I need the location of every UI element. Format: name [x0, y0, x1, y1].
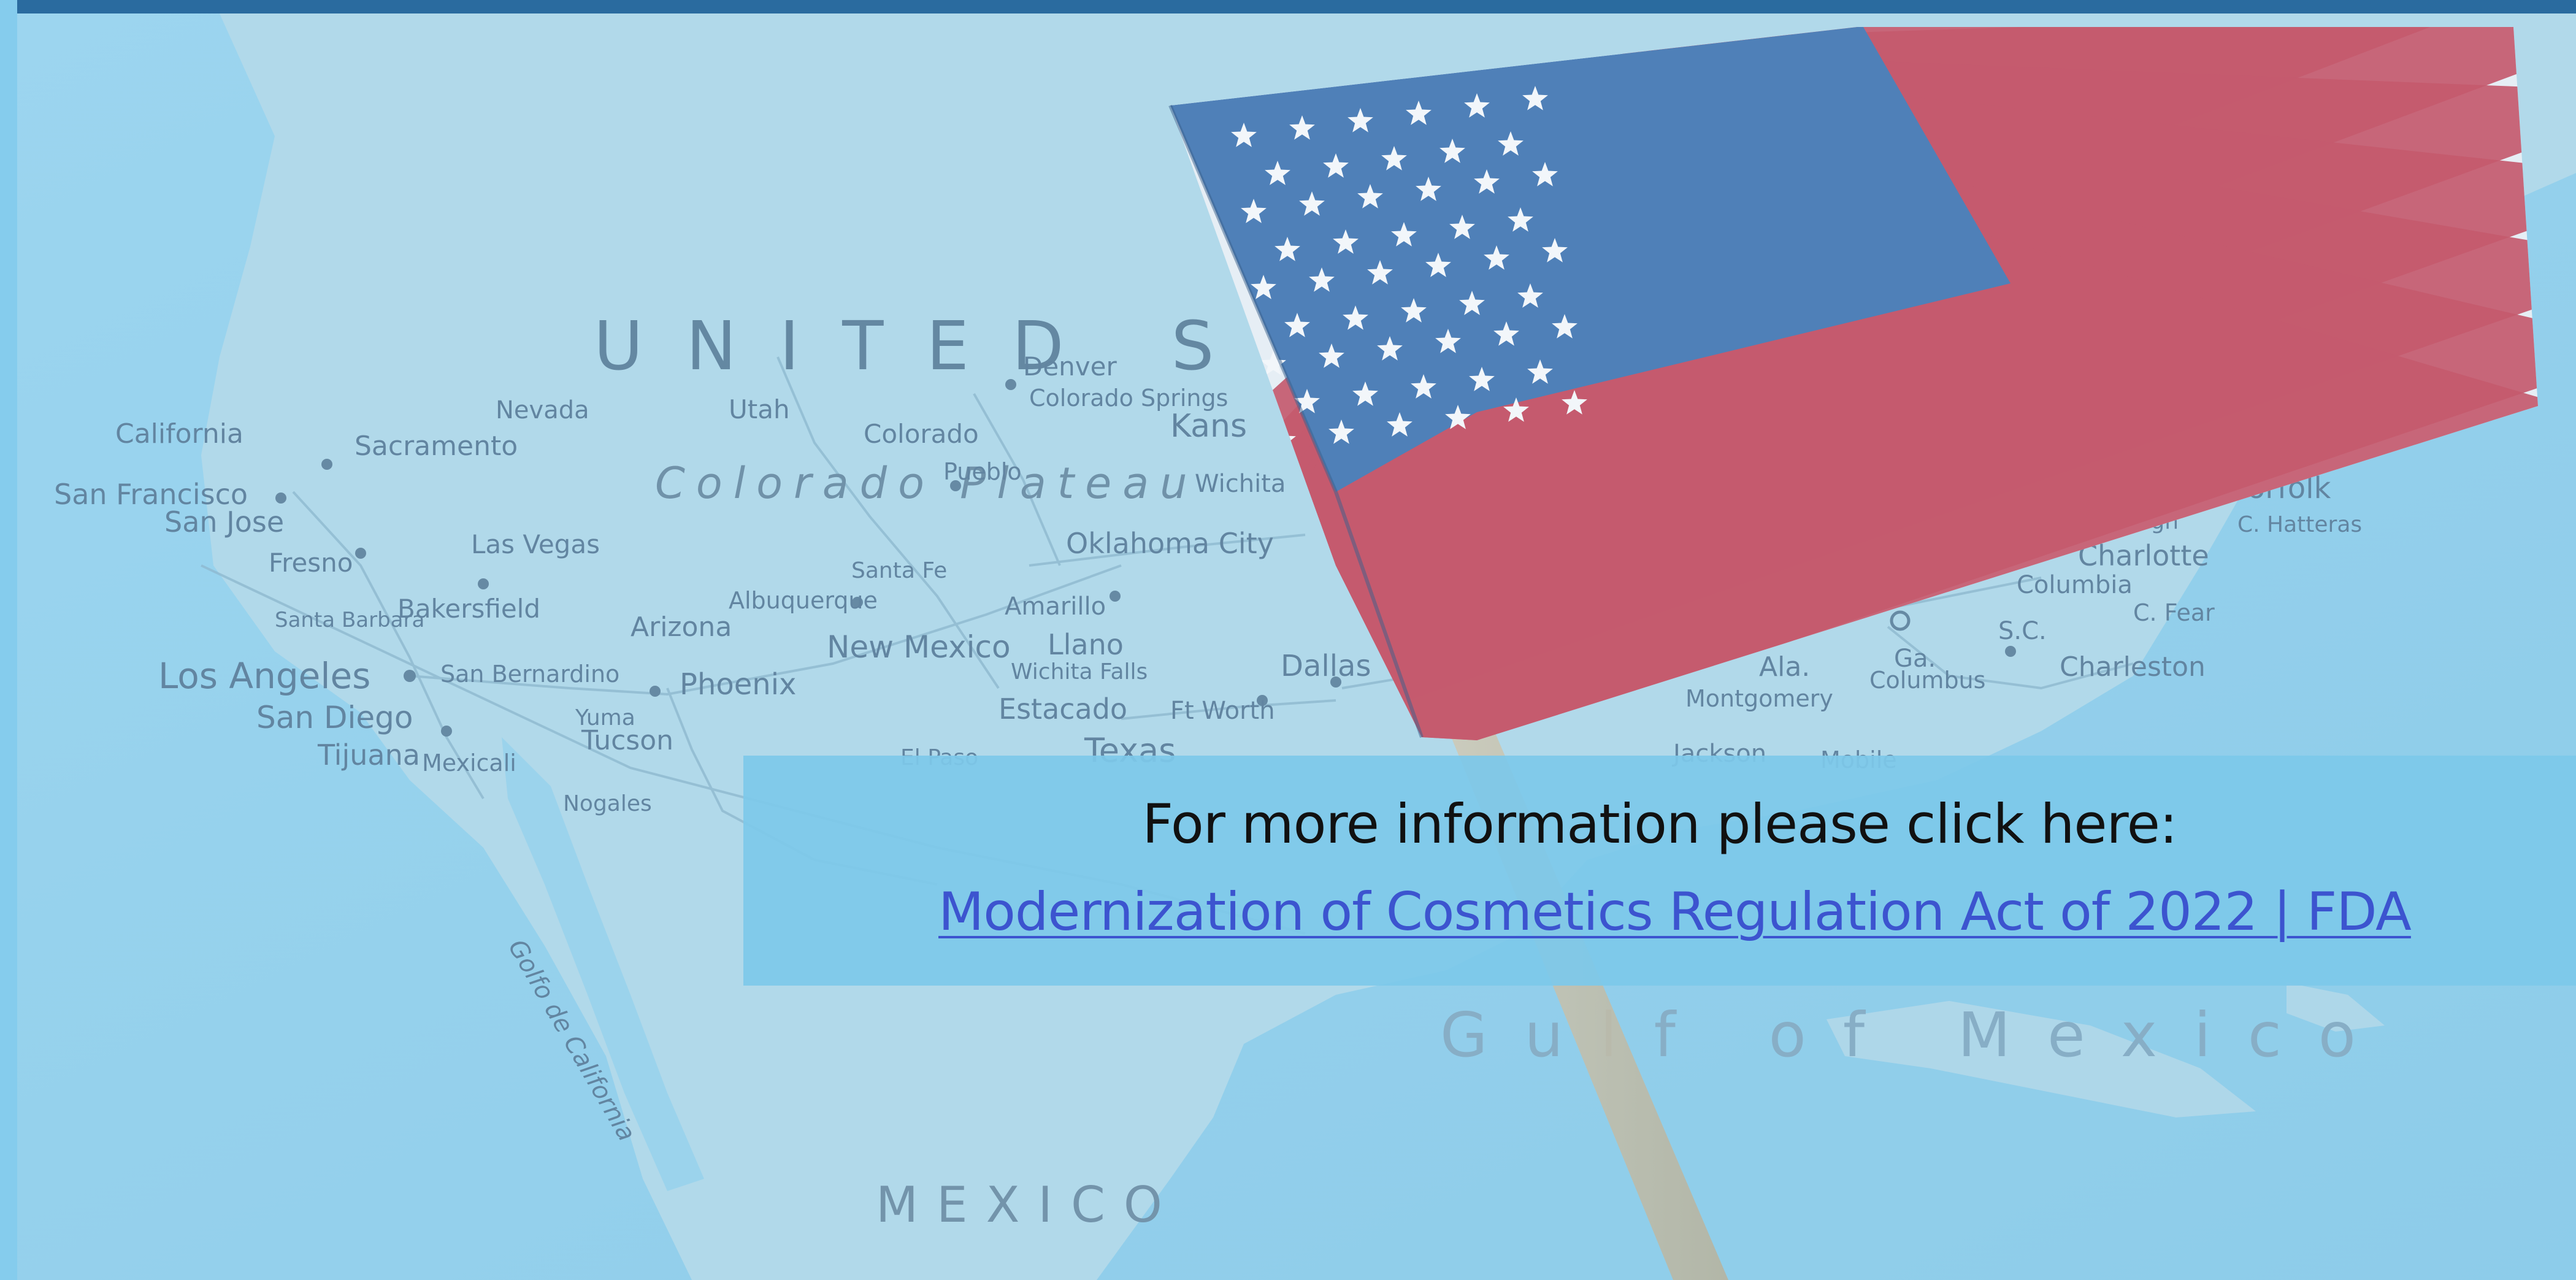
top-bar: [17, 0, 2576, 13]
fda-mocra-link[interactable]: Modernization of Cosmetics Regulation Ac…: [938, 881, 2412, 943]
info-heading: For more information please click here:: [1142, 792, 2177, 856]
info-panel: For more information please click here: …: [743, 756, 2576, 986]
map-flag-illustration: UNITED S Colorado Plateau MEXICO Gulf of…: [17, 13, 2576, 1280]
hero-image-map-with-flag: UNITED S Colorado Plateau MEXICO Gulf of…: [17, 13, 2576, 1280]
left-frame: [0, 0, 17, 1280]
page: UNITED S Colorado Plateau MEXICO Gulf of…: [0, 0, 2576, 1280]
